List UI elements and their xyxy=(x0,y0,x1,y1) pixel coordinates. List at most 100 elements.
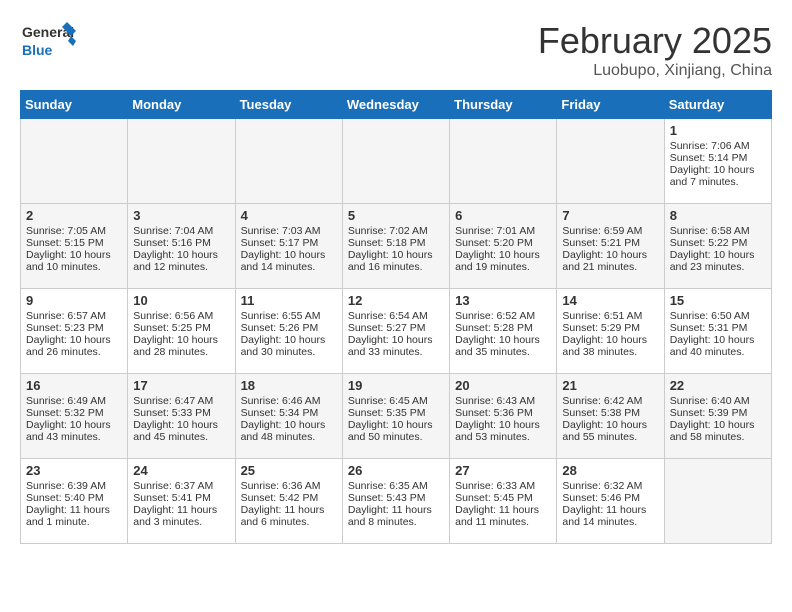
logo-svg: GeneralBlue xyxy=(20,20,80,60)
sunset-text: Sunset: 5:36 PM xyxy=(455,407,533,419)
sunrise-text: Sunrise: 6:58 AM xyxy=(670,225,750,237)
day-number: 23 xyxy=(26,463,122,478)
day-number: 3 xyxy=(133,208,229,223)
sunrise-text: Sunrise: 6:55 AM xyxy=(241,310,321,322)
sunrise-text: Sunrise: 7:04 AM xyxy=(133,225,213,237)
sunset-text: Sunset: 5:15 PM xyxy=(26,237,104,249)
sunset-text: Sunset: 5:32 PM xyxy=(26,407,104,419)
day-number: 10 xyxy=(133,293,229,308)
calendar-cell: 9Sunrise: 6:57 AMSunset: 5:23 PMDaylight… xyxy=(21,289,128,374)
daylight-text: Daylight: 10 hours and 28 minutes. xyxy=(133,334,218,358)
daylight-text: Daylight: 11 hours and 11 minutes. xyxy=(455,504,539,528)
daylight-text: Daylight: 10 hours and 45 minutes. xyxy=(133,419,218,443)
sunset-text: Sunset: 5:23 PM xyxy=(26,322,104,334)
calendar-cell: 16Sunrise: 6:49 AMSunset: 5:32 PMDayligh… xyxy=(21,374,128,459)
calendar-cell: 25Sunrise: 6:36 AMSunset: 5:42 PMDayligh… xyxy=(235,459,342,544)
daylight-text: Daylight: 11 hours and 1 minute. xyxy=(26,504,110,528)
calendar-week-3: 9 Sunrise: 6:57 AMSunset: 5:23 PM Daylight… xyxy=(21,289,772,374)
sunrise-text: Sunrise: 6:57 AM xyxy=(26,310,106,322)
day-number: 4 xyxy=(241,208,337,223)
daylight-text: Daylight: 10 hours and 33 minutes. xyxy=(348,334,433,358)
calendar-cell: 11Sunrise: 6:55 AMSunset: 5:26 PMDayligh… xyxy=(235,289,342,374)
location: Luobupo, Xinjiang, China xyxy=(538,62,772,80)
sunrise-text: Sunrise: 6:59 AM xyxy=(562,225,642,237)
sunset-text: Sunset: 5:41 PM xyxy=(133,492,211,504)
calendar-cell: 27Sunrise: 6:33 AMSunset: 5:45 PMDayligh… xyxy=(450,459,557,544)
daylight-text: Daylight: 10 hours and 35 minutes. xyxy=(455,334,540,358)
daylight-text: Daylight: 10 hours and 19 minutes. xyxy=(455,249,540,273)
calendar-week-5: 23Sunrise: 6:39 AMSunset: 5:40 PMDayligh… xyxy=(21,459,772,544)
calendar-cell: 20Sunrise: 6:43 AMSunset: 5:36 PMDayligh… xyxy=(450,374,557,459)
sunrise-text: Sunrise: 6:43 AM xyxy=(455,395,535,407)
day-number: 24 xyxy=(133,463,229,478)
calendar-header-tuesday: Tuesday xyxy=(235,91,342,119)
calendar-cell: 5Sunrise: 7:02 AMSunset: 5:18 PMDaylight… xyxy=(342,204,449,289)
calendar-week-2: 2Sunrise: 7:05 AMSunset: 5:15 PMDaylight… xyxy=(21,204,772,289)
day-number: 11 xyxy=(241,293,337,308)
calendar-cell xyxy=(128,119,235,204)
daylight-text: Daylight: 11 hours and 6 minutes. xyxy=(241,504,325,528)
calendar-cell: 28Sunrise: 6:32 AMSunset: 5:46 PMDayligh… xyxy=(557,459,664,544)
day-number: 8 xyxy=(670,208,766,223)
daylight-text: Daylight: 10 hours and 12 minutes. xyxy=(133,249,218,273)
sunrise-text: Sunrise: 6:36 AM xyxy=(241,480,321,492)
sunrise-text: Sunrise: 6:37 AM xyxy=(133,480,213,492)
sunrise-text: Sunrise: 7:01 AM xyxy=(455,225,535,237)
sunset-text: Sunset: 5:25 PM xyxy=(133,322,211,334)
calendar-cell: 2Sunrise: 7:05 AMSunset: 5:15 PMDaylight… xyxy=(21,204,128,289)
calendar-cell: 4Sunrise: 7:03 AMSunset: 5:17 PMDaylight… xyxy=(235,204,342,289)
calendar-cell xyxy=(235,119,342,204)
calendar-cell: 18Sunrise: 6:46 AMSunset: 5:34 PMDayligh… xyxy=(235,374,342,459)
calendar-cell: 6Sunrise: 7:01 AMSunset: 5:20 PMDaylight… xyxy=(450,204,557,289)
day-number: 15 xyxy=(670,293,766,308)
daylight-text: Daylight: 10 hours and 58 minutes. xyxy=(670,419,755,443)
daylight-text: Daylight: 11 hours and 14 minutes. xyxy=(562,504,646,528)
page: GeneralBlue February 2025 Luobupo, Xinji… xyxy=(0,0,792,564)
sunset-text: Sunset: 5:28 PM xyxy=(455,322,533,334)
sunset-text: Sunset: 5:27 PM xyxy=(348,322,426,334)
day-number: 1 xyxy=(670,123,766,138)
sunset-text: Sunset: 5:26 PM xyxy=(241,322,319,334)
sunset-text: Sunset: 5:45 PM xyxy=(455,492,533,504)
day-number: 27 xyxy=(455,463,551,478)
calendar-cell: 17Sunrise: 6:47 AMSunset: 5:33 PMDayligh… xyxy=(128,374,235,459)
daylight-text: Daylight: 10 hours and 21 minutes. xyxy=(562,249,647,273)
calendar-cell: 24 Sunrise: 6:37 AMSunset: 5:41 PMDayligh… xyxy=(128,459,235,544)
sunrise-text: Sunrise: 6:51 AM xyxy=(562,310,642,322)
sunset-text: Sunset: 5:29 PM xyxy=(562,322,640,334)
day-number: 7 xyxy=(562,208,658,223)
calendar-cell xyxy=(557,119,664,204)
day-number: 28 xyxy=(562,463,658,478)
calendar-header-monday: Monday xyxy=(128,91,235,119)
calendar-cell xyxy=(450,119,557,204)
calendar-cell: 7Sunrise: 6:59 AMSunset: 5:21 PMDaylight… xyxy=(557,204,664,289)
sunrise-text: Sunrise: 7:02 AM xyxy=(348,225,428,237)
svg-text:Blue: Blue xyxy=(22,42,53,58)
day-number: 19 xyxy=(348,378,444,393)
daylight-text: Daylight: 10 hours and 50 minutes. xyxy=(348,419,433,443)
sunset-text: Sunset: 5:39 PM xyxy=(670,407,748,419)
daylight-text: Daylight: 10 hours and 7 minutes. xyxy=(670,164,755,188)
sunset-text: Sunset: 5:18 PM xyxy=(348,237,426,249)
sunset-text: Sunset: 5:16 PM xyxy=(133,237,211,249)
calendar-header-friday: Friday xyxy=(557,91,664,119)
calendar: SundayMondayTuesdayWednesdayThursdayFrid… xyxy=(20,90,772,544)
daylight-text: Daylight: 10 hours and 16 minutes. xyxy=(348,249,433,273)
calendar-cell xyxy=(664,459,771,544)
day-number: 21 xyxy=(562,378,658,393)
sunrise-text: Sunrise: 6:40 AM xyxy=(670,395,750,407)
title-block: February 2025 Luobupo, Xinjiang, China xyxy=(538,20,772,80)
daylight-text: Daylight: 11 hours and 3 minutes. xyxy=(133,504,217,528)
sunrise-text: Sunrise: 6:45 AM xyxy=(348,395,428,407)
day-number: 9 xyxy=(26,293,122,308)
sunset-text: Sunset: 5:42 PM xyxy=(241,492,319,504)
sunrise-text: Sunrise: 6:39 AM xyxy=(26,480,106,492)
sunset-text: Sunset: 5:46 PM xyxy=(562,492,640,504)
daylight-text: Daylight: 10 hours and 43 minutes. xyxy=(26,419,111,443)
sunset-text: Sunset: 5:43 PM xyxy=(348,492,426,504)
calendar-cell: 23Sunrise: 6:39 AMSunset: 5:40 PMDayligh… xyxy=(21,459,128,544)
day-number: 18 xyxy=(241,378,337,393)
calendar-cell: 26Sunrise: 6:35 AMSunset: 5:43 PMDayligh… xyxy=(342,459,449,544)
sunrise-text: Sunrise: 6:46 AM xyxy=(241,395,321,407)
daylight-text: Daylight: 10 hours and 53 minutes. xyxy=(455,419,540,443)
